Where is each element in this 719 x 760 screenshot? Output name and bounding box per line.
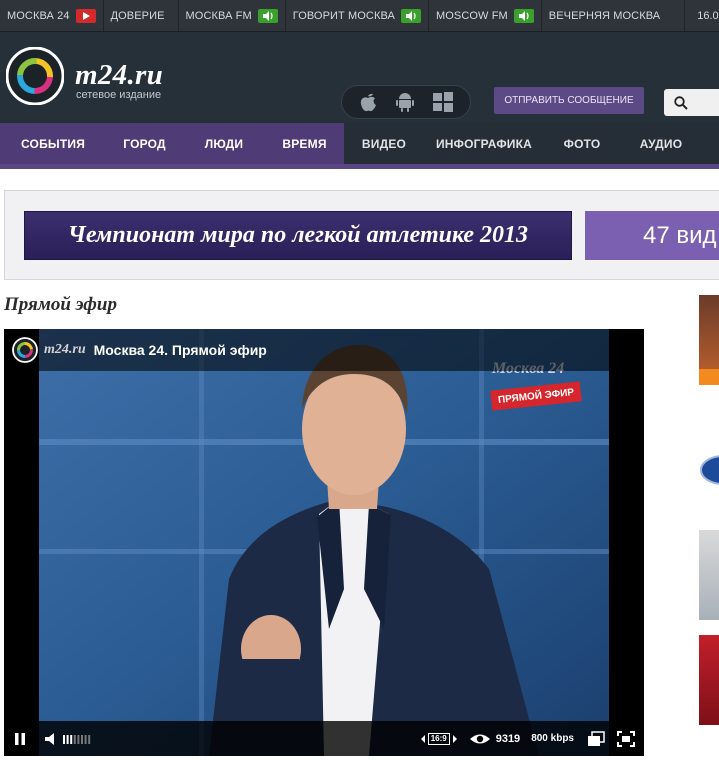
nav-item-infographics[interactable]: ИНФОГРАФИКА (424, 123, 544, 164)
rail-thumbnail[interactable] (699, 440, 719, 500)
app-links (341, 85, 471, 119)
volume-bar[interactable] (84, 734, 87, 744)
rail-thumbnail[interactable] (699, 530, 719, 620)
viewer-count: 9319 (495, 732, 521, 745)
strip-item-moskva-fm[interactable]: МОСКВА FM (179, 0, 286, 31)
popout-icon[interactable] (587, 730, 605, 747)
logo-icon (12, 337, 38, 363)
rail-thumbnail-badge (699, 369, 719, 385)
strip-item-vechernyaya-moskva[interactable]: ВЕЧЕРНЯЯ МОСКВА (542, 0, 686, 31)
play-icon[interactable] (75, 8, 96, 23)
chevron-left-icon[interactable] (420, 734, 426, 744)
strip-item-moscow-fm[interactable]: MOSCOW FM (429, 0, 542, 31)
main-nav: СОБЫТИЯ ГОРОД ЛЮДИ ВРЕМЯ ВИДЕО ИНФОГРАФИ… (0, 123, 719, 164)
site-subtitle: сетевое издание (76, 89, 162, 101)
bitrate-label[interactable]: 800 kbps (531, 733, 574, 744)
site-header: m24.ru сетевое издание ОТПРАВИТЬ СООБЩЕН… (0, 32, 719, 123)
volume-slider[interactable] (62, 732, 92, 746)
player-titlebar: m24.ru Москва 24. Прямой эфир (4, 329, 644, 371)
strip-item-label: ДОВЕРИЕ (110, 9, 165, 22)
strip-item-label: MOSCOW FM (436, 9, 508, 22)
nav-item-time[interactable]: ВРЕМЯ (265, 123, 344, 164)
strip-item-label: ГОВОРИТ МОСКВА (292, 9, 395, 22)
promo-banner: Чемпионат мира по легкой атлетике 2013 4… (4, 190, 719, 280)
nav-item-audio[interactable]: АУДИО (620, 123, 702, 164)
nav-item-city[interactable]: ГОРОД (106, 123, 183, 164)
section-title: Прямой эфир (4, 294, 117, 315)
aspect-ratio-toggle[interactable]: 16:9 (427, 732, 450, 745)
volume-bar[interactable] (66, 734, 69, 744)
player-brand: m24.ru (44, 342, 86, 357)
search-input[interactable] (664, 89, 719, 116)
rail-thumbnail[interactable] (699, 635, 719, 725)
volume-bar[interactable] (70, 734, 73, 744)
rail-thumbnail[interactable] (699, 295, 719, 385)
media-strip: МОСКВА 24 ДОВЕРИЕ МОСКВА FM ГОВОРИТ МОСК… (0, 0, 719, 32)
strip-date: 16.08 (697, 9, 719, 22)
volume-bar[interactable] (77, 734, 80, 744)
pause-icon[interactable] (13, 732, 27, 746)
banner-headline[interactable]: Чемпионат мира по легкой атлетике 2013 (24, 211, 572, 260)
eye-icon (469, 734, 490, 743)
strip-item-label: МОСКВА FM (185, 9, 252, 22)
search-icon[interactable] (674, 95, 688, 110)
volume-bar[interactable] (73, 734, 76, 744)
player-title: Москва 24. Прямой эфир (93, 342, 267, 358)
speaker-icon[interactable] (401, 8, 421, 23)
strip-item-moskva24[interactable]: МОСКВА 24 (0, 0, 104, 31)
windows-icon[interactable] (432, 91, 454, 113)
strip-item-label: ВЕЧЕРНЯЯ МОСКВА (548, 9, 661, 22)
nav-item-photo[interactable]: ФОТО (544, 123, 620, 164)
site-name[interactable]: m24.ru (75, 60, 163, 90)
logo-icon[interactable] (6, 47, 64, 105)
volume-bar[interactable] (88, 734, 91, 744)
volume-icon[interactable] (44, 732, 60, 746)
speaker-icon[interactable] (257, 8, 278, 23)
nav-item-events[interactable]: СОБЫТИЯ (0, 123, 106, 164)
video-player[interactable]: Москва 24 ПРЯМОЙ ЭФИР m24.ru Москва 24. … (4, 329, 644, 756)
volume-bar[interactable] (81, 734, 83, 744)
strip-item-govorit-moskva[interactable]: ГОВОРИТ МОСКВА (286, 0, 429, 31)
apple-icon[interactable] (358, 91, 378, 113)
nav-underline (0, 164, 719, 169)
speaker-icon[interactable] (513, 8, 534, 23)
fullscreen-icon[interactable] (617, 730, 635, 747)
volume-bar[interactable] (63, 734, 65, 744)
strip-item-doverie[interactable]: ДОВЕРИЕ (104, 0, 179, 31)
strip-item-label: МОСКВА 24 (7, 9, 70, 22)
android-icon[interactable] (395, 91, 415, 113)
send-message-button[interactable]: ОТПРАВИТЬ СООБЩЕНИЕ (494, 87, 644, 114)
nav-item-video[interactable]: ВИДЕО (344, 123, 424, 164)
player-controls: 16:9 9319 800 kbps (4, 721, 644, 756)
banner-side-tile[interactable]: 47 вид (585, 211, 719, 260)
car-logo-icon (700, 455, 719, 485)
nav-item-people[interactable]: ЛЮДИ (183, 123, 265, 164)
chevron-right-icon[interactable] (452, 734, 458, 744)
